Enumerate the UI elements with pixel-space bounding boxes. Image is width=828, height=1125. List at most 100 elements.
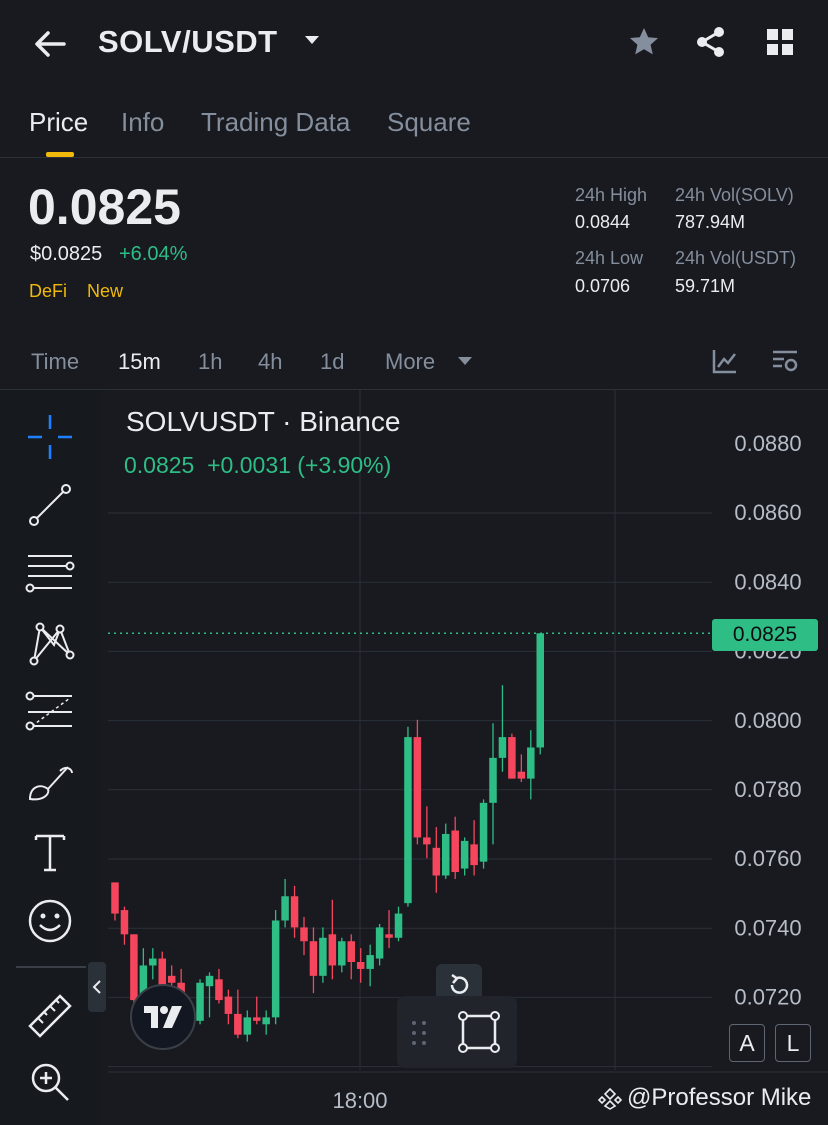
tab-square[interactable]: Square xyxy=(387,107,471,138)
vol-quote-label: 24h Vol(USDT) xyxy=(675,248,797,268)
y-tick-label: 0.0720 xyxy=(734,985,801,1010)
low-value: 0.0706 xyxy=(575,276,631,296)
grid-menu-icon[interactable] xyxy=(762,24,798,60)
share-icon[interactable] xyxy=(693,24,729,60)
trend-line-icon[interactable] xyxy=(24,479,76,531)
timeframe-more[interactable]: More xyxy=(385,349,435,375)
pair-title[interactable]: SOLV/USDT xyxy=(98,24,278,60)
drag-handle-icon[interactable] xyxy=(409,1018,429,1048)
candle-body xyxy=(356,962,365,969)
chart-title: SOLVUSDT · Binance xyxy=(126,406,401,437)
candle-body xyxy=(479,802,488,862)
tag-new[interactable]: New xyxy=(87,281,123,302)
main-tabs: Price Info Trading Data Square xyxy=(0,100,828,158)
timeframe-1h[interactable]: 1h xyxy=(198,349,222,375)
auto-scale-button[interactable]: A xyxy=(729,1024,765,1062)
emoji-icon[interactable] xyxy=(24,895,76,947)
active-tab-indicator xyxy=(46,152,74,157)
tradingview-logo xyxy=(130,984,196,1050)
timeframe-1d[interactable]: 1d xyxy=(320,349,344,375)
low-label: 24h Low xyxy=(575,248,644,268)
candle-body xyxy=(328,934,337,966)
rectangle-tool-icon[interactable] xyxy=(455,1008,503,1056)
candle-body xyxy=(224,996,233,1014)
log-scale-button[interactable]: L xyxy=(775,1024,811,1062)
candle-body xyxy=(413,737,422,838)
candle-body xyxy=(498,737,507,758)
tradingview-logo-icon xyxy=(144,1006,182,1028)
usd-price: $0.0825 xyxy=(30,243,103,265)
tag-defi[interactable]: DeFi xyxy=(29,281,67,302)
candle-body xyxy=(442,833,450,876)
candle-body xyxy=(460,840,469,869)
last-price: 0.0825 xyxy=(28,179,181,235)
timeframe-time[interactable]: Time xyxy=(31,349,79,375)
candle-body xyxy=(394,913,403,938)
y-tick-label: 0.0780 xyxy=(734,777,801,802)
candle-body xyxy=(243,1017,252,1035)
candle-body xyxy=(167,975,176,983)
chart-ohlc-line: 0.0825 +0.0031 (+3.90%) xyxy=(124,452,392,478)
zoom-in-icon[interactable] xyxy=(24,1056,76,1108)
candle-body xyxy=(319,937,327,976)
candle-body xyxy=(489,757,497,803)
more-dropdown-icon[interactable] xyxy=(456,354,474,368)
candle-body xyxy=(366,955,374,969)
header-bar: SOLV/USDT xyxy=(0,0,828,86)
y-tick-label: 0.0880 xyxy=(734,431,801,456)
candle-body xyxy=(253,1017,261,1021)
candle-body xyxy=(234,1013,242,1035)
vol-quote-value: 59.71M xyxy=(675,276,736,296)
x-tick-label: 18:00 xyxy=(332,1088,387,1113)
ruler-icon[interactable] xyxy=(24,990,76,1042)
candle-body xyxy=(130,934,138,1001)
candle-body xyxy=(205,975,214,987)
pattern-tool-icon[interactable] xyxy=(24,617,76,669)
chart-settings-icon[interactable] xyxy=(770,346,800,376)
candle-body xyxy=(309,941,318,976)
toolbar-divider xyxy=(16,966,86,968)
candle-body xyxy=(423,837,431,845)
candle-body xyxy=(470,844,478,866)
high-value: 0.0844 xyxy=(575,212,631,232)
text-tool-icon[interactable] xyxy=(24,826,76,878)
crosshair-icon[interactable] xyxy=(24,411,76,463)
y-tick-label: 0.0840 xyxy=(734,569,801,594)
pair-dropdown-icon[interactable] xyxy=(302,30,322,50)
timeframe-4h[interactable]: 4h xyxy=(258,349,282,375)
y-tick-label: 0.0740 xyxy=(734,915,801,940)
indicator-icon[interactable] xyxy=(710,346,740,376)
horizontal-lines-icon[interactable] xyxy=(24,548,76,600)
y-tick-label: 0.0860 xyxy=(734,500,801,525)
brush-icon[interactable] xyxy=(24,757,76,809)
candle-body xyxy=(536,633,544,748)
candle-body xyxy=(120,910,129,935)
timeframe-bar: Time 15m 1h 4h 1d More xyxy=(0,332,828,390)
back-arrow-icon[interactable] xyxy=(30,24,70,64)
last-price-label: 0.0825 xyxy=(712,619,818,651)
candle-body xyxy=(271,920,280,1018)
candle-body xyxy=(508,737,516,779)
candle-body xyxy=(347,941,355,962)
star-icon[interactable] xyxy=(626,24,662,60)
fib-retracement-icon[interactable] xyxy=(24,686,76,738)
price-change-percent: +6.04% xyxy=(119,243,188,265)
candle-body xyxy=(149,958,157,966)
vol-base-label: 24h Vol(SOLV) xyxy=(675,185,794,205)
candle-body xyxy=(375,927,384,959)
candle-body xyxy=(527,747,535,779)
floating-drawing-panel xyxy=(397,996,517,1068)
candle-body xyxy=(404,737,412,904)
y-tick-label: 0.0760 xyxy=(734,846,801,871)
candle-body xyxy=(451,830,459,873)
tab-price[interactable]: Price xyxy=(29,107,88,138)
timeframe-15m[interactable]: 15m xyxy=(118,349,161,375)
tab-info[interactable]: Info xyxy=(121,107,164,138)
candle-body xyxy=(281,896,289,921)
vol-base-value: 787.94M xyxy=(675,212,746,232)
candle-body xyxy=(290,896,299,928)
candle-body xyxy=(300,927,308,942)
high-label: 24h High xyxy=(575,185,648,205)
candle-body xyxy=(432,847,441,876)
tab-trading-data[interactable]: Trading Data xyxy=(201,107,350,138)
